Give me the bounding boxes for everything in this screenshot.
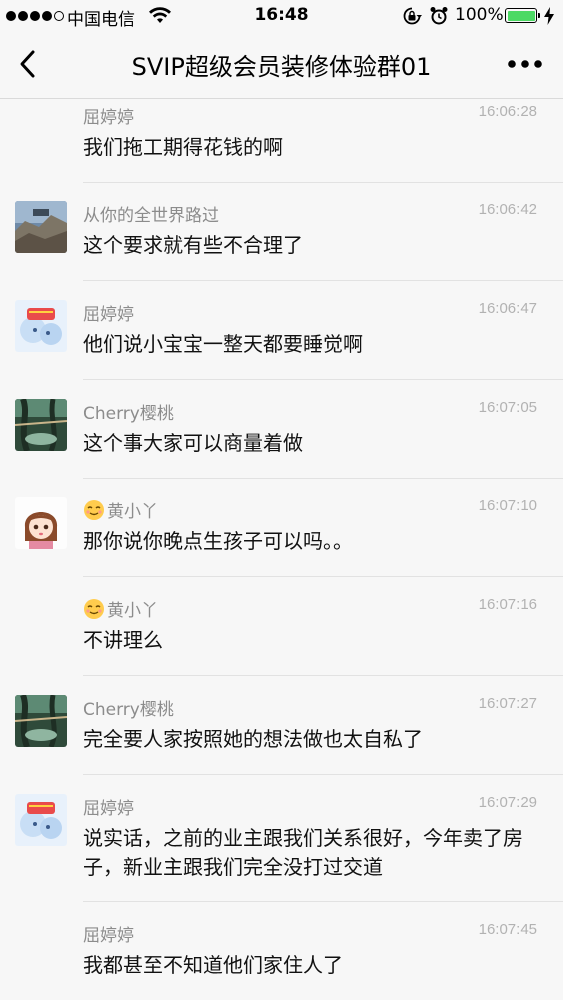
avatar[interactable]	[15, 201, 67, 253]
more-button[interactable]	[500, 47, 550, 81]
sender-name[interactable]: 黄小丫	[83, 596, 158, 621]
divider	[83, 280, 563, 281]
message-text: 完全要人家按照她的想法做也太自私了	[83, 727, 423, 751]
sender-name[interactable]: 屈婷婷	[83, 300, 134, 325]
sender-name[interactable]: 屈婷婷	[83, 794, 134, 819]
nav-bar: SVIP超级会员装修体验群01	[0, 32, 563, 99]
more-dots-icon	[508, 60, 542, 68]
status-bar: 中国电信 16:48 100%	[0, 0, 563, 32]
chevron-left-icon	[20, 50, 35, 78]
avatar[interactable]	[15, 794, 67, 846]
divider	[83, 182, 563, 183]
battery-percent: 100%	[455, 5, 504, 25]
page-title: SVIP超级会员装修体验群01	[131, 53, 432, 81]
message-text: 说实话，之前的业主跟我们关系很好，今年卖了房子，新业主跟我们完全没打过交道	[83, 826, 523, 879]
avatar[interactable]	[15, 300, 67, 352]
divider	[83, 379, 563, 380]
message-text: 我们拖工期得花钱的啊	[83, 135, 283, 159]
charging-icon	[544, 7, 554, 25]
sender-name[interactable]: Cherry樱桃	[83, 399, 174, 424]
sender-name[interactable]: Cherry樱桃	[83, 695, 174, 720]
message-text: 这个事大家可以商量着做	[83, 431, 303, 455]
divider	[83, 774, 563, 775]
sender-name-text: 黄小丫	[107, 502, 158, 522]
sender-name-text: 黄小丫	[107, 601, 158, 621]
divider	[83, 675, 563, 676]
sender-name[interactable]: 黄小丫	[83, 497, 158, 522]
divider	[83, 576, 563, 577]
avatar[interactable]	[15, 399, 67, 451]
sender-name[interactable]: 从你的全世界路过	[83, 201, 219, 226]
message-time: 16:07:27	[478, 695, 537, 712]
message-text: 我都甚至不知道他们家住人了	[83, 953, 343, 977]
relieved-face-icon	[84, 599, 104, 619]
message-time: 16:07:29	[478, 794, 537, 811]
sender-name[interactable]: 屈婷婷	[83, 921, 134, 946]
battery-icon	[505, 8, 540, 23]
message-text: 这个要求就有些不合理了	[83, 233, 303, 257]
divider	[83, 478, 563, 479]
relieved-face-icon	[84, 500, 104, 520]
message-time: 16:07:10	[478, 497, 537, 514]
avatar[interactable]	[15, 695, 67, 747]
sender-name[interactable]: 屈婷婷	[83, 103, 134, 128]
message-text: 不讲理么	[83, 628, 163, 652]
message-time: 16:06:47	[478, 300, 537, 317]
alarm-icon	[430, 7, 448, 25]
back-button[interactable]	[8, 44, 48, 84]
message-text: 他们说小宝宝一整天都要睡觉啊	[83, 332, 363, 356]
message-time: 16:07:45	[478, 921, 537, 938]
rotation-lock-icon	[403, 7, 422, 25]
message-time: 16:06:42	[478, 201, 537, 218]
message-text: 那你说你晚点生孩子可以吗。。	[83, 529, 353, 553]
message-time: 16:07:05	[478, 399, 537, 416]
avatar[interactable]	[15, 497, 67, 549]
message-time: 16:06:28	[478, 103, 537, 120]
message-time: 16:07:16	[478, 596, 537, 613]
divider	[83, 901, 563, 902]
